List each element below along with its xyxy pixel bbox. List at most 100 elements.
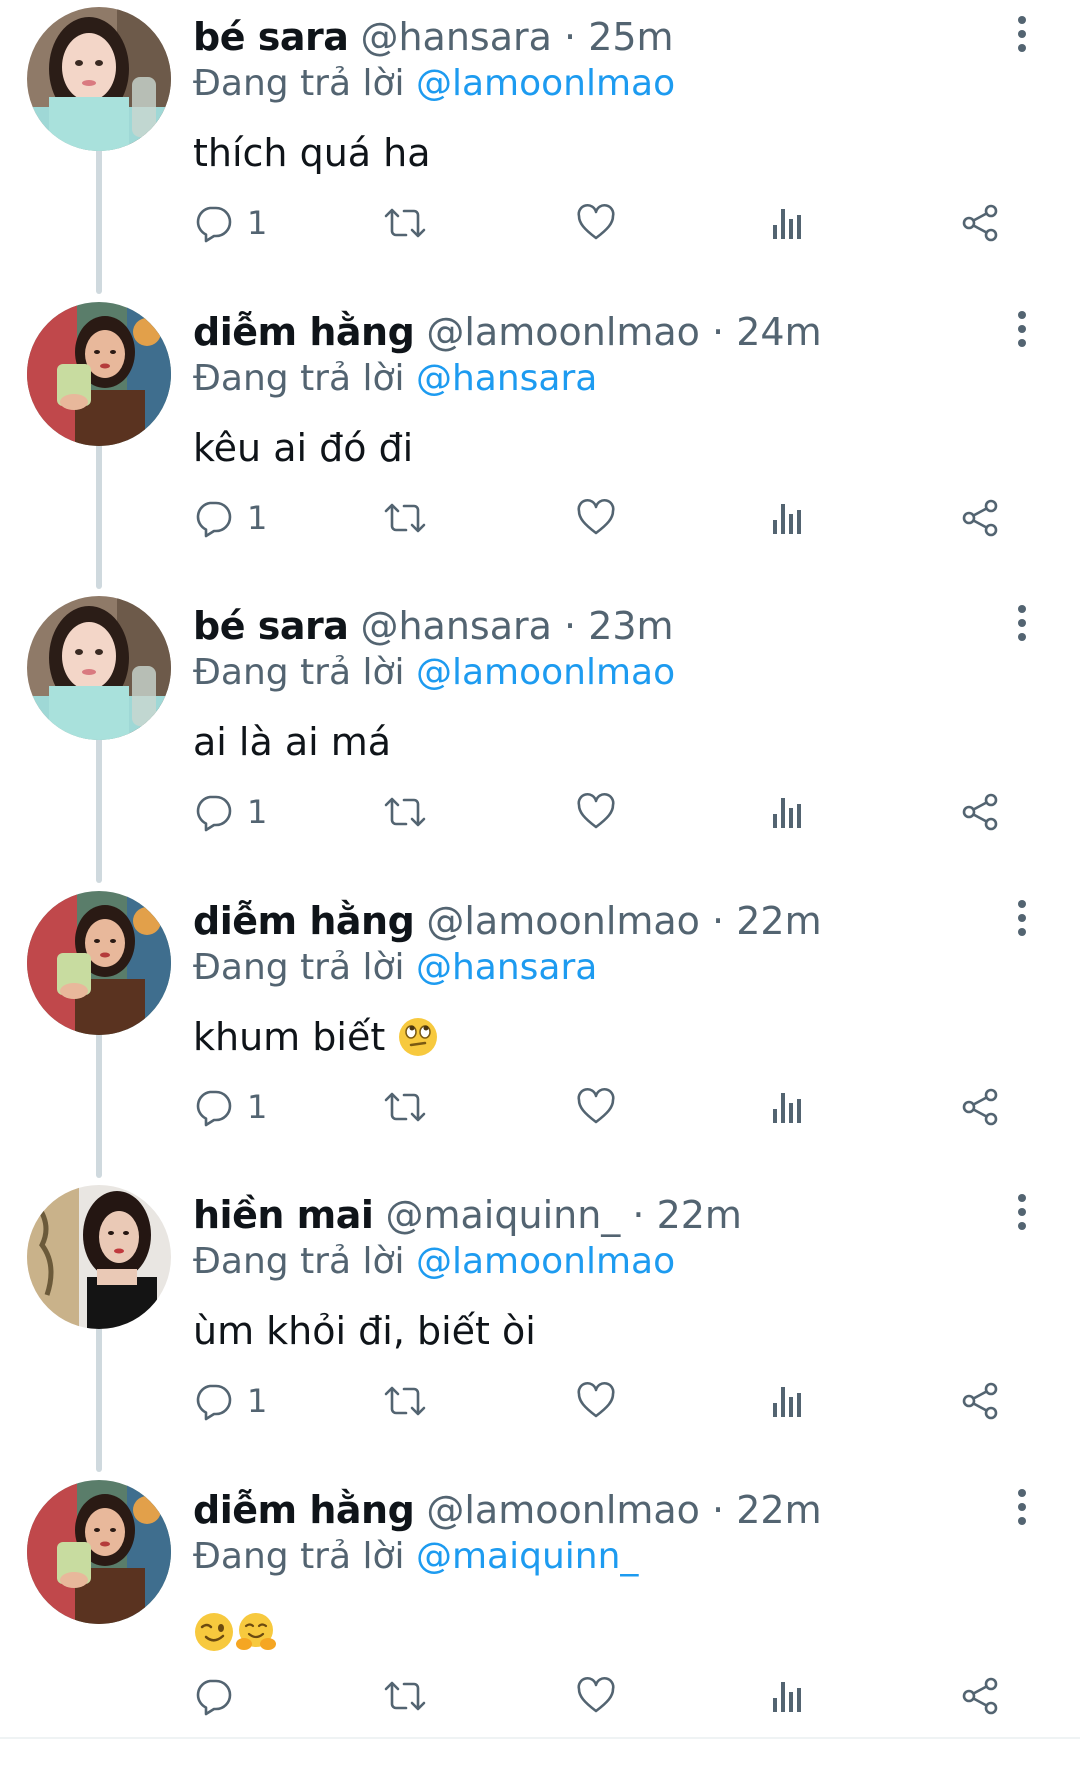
like-button[interactable] bbox=[576, 196, 616, 250]
replying-to-label: Đang trả lời bbox=[193, 358, 405, 399]
share-icon bbox=[960, 1087, 1000, 1127]
more-options-icon[interactable] bbox=[1010, 1487, 1034, 1527]
retweet-icon bbox=[382, 1676, 428, 1716]
tweet-text: thích quá ha bbox=[193, 126, 431, 180]
tweet[interactable]: diễm hằng @lamoonlmao · 22m Đang trả lời … bbox=[0, 1473, 1080, 1767]
more-options-icon[interactable] bbox=[1010, 898, 1034, 938]
share-button[interactable] bbox=[960, 196, 1000, 250]
share-button[interactable] bbox=[960, 491, 1000, 545]
views-button[interactable] bbox=[770, 1080, 806, 1134]
timestamp[interactable]: 23m bbox=[588, 604, 673, 648]
separator: · bbox=[564, 15, 577, 59]
replying-to: Đang trả lời @lamoonlmao bbox=[193, 59, 675, 109]
views-icon bbox=[770, 792, 806, 832]
reply-button[interactable]: 1 bbox=[193, 1374, 267, 1428]
share-button[interactable] bbox=[960, 785, 1000, 839]
reply-button[interactable]: 1 bbox=[193, 491, 267, 545]
retweet-button[interactable] bbox=[382, 785, 428, 839]
reply-button[interactable] bbox=[193, 1669, 247, 1723]
reply-count: 1 bbox=[247, 499, 268, 537]
replying-to-mention[interactable]: @hansara bbox=[416, 358, 597, 399]
tweet-actions: 1 bbox=[0, 1080, 1080, 1134]
retweet-button[interactable] bbox=[382, 1374, 428, 1428]
replying-to-label: Đang trả lời bbox=[193, 1241, 405, 1282]
share-icon bbox=[960, 1381, 1000, 1421]
replying-to-mention[interactable]: @lamoonlmao bbox=[416, 652, 675, 693]
tweet[interactable]: hiền mai @maiquinn_ · 22m Đang trả lời @l… bbox=[0, 1178, 1080, 1472]
replying-to-mention[interactable]: @maiquinn_ bbox=[416, 1536, 638, 1577]
reply-icon bbox=[193, 1381, 233, 1421]
username[interactable]: @lamoonlmao bbox=[426, 310, 700, 354]
display-name[interactable]: diễm hằng bbox=[193, 310, 415, 354]
wink-emoji bbox=[193, 1611, 235, 1667]
like-button[interactable] bbox=[576, 785, 616, 839]
timestamp[interactable]: 22m bbox=[736, 1488, 821, 1532]
avatar[interactable] bbox=[27, 1185, 171, 1329]
replying-to-mention[interactable]: @lamoonlmao bbox=[416, 1241, 675, 1282]
timestamp[interactable]: 22m bbox=[657, 1193, 742, 1237]
tweet[interactable]: diễm hằng @lamoonlmao · 24m Đang trả lời … bbox=[0, 295, 1080, 589]
timestamp[interactable]: 22m bbox=[736, 899, 821, 943]
retweet-button[interactable] bbox=[382, 196, 428, 250]
tweet-header: hiền mai @maiquinn_ · 22m bbox=[193, 1190, 742, 1240]
like-button[interactable] bbox=[576, 1669, 616, 1723]
avatar[interactable] bbox=[27, 7, 171, 151]
views-button[interactable] bbox=[770, 196, 806, 250]
tweet-text-content: thích quá ha bbox=[193, 131, 431, 175]
tweet-text-content: kêu ai đó đi bbox=[193, 426, 414, 470]
like-button[interactable] bbox=[576, 1080, 616, 1134]
display-name[interactable]: bé sara bbox=[193, 604, 349, 648]
tweet-actions bbox=[0, 1669, 1080, 1723]
reply-button[interactable]: 1 bbox=[193, 785, 267, 839]
reply-button[interactable]: 1 bbox=[193, 1080, 267, 1134]
like-button[interactable] bbox=[576, 1374, 616, 1428]
views-button[interactable] bbox=[770, 1669, 806, 1723]
views-button[interactable] bbox=[770, 1374, 806, 1428]
username[interactable]: @hansara bbox=[360, 604, 551, 648]
display-name[interactable]: bé sara bbox=[193, 15, 349, 59]
separator: · bbox=[564, 604, 577, 648]
timestamp[interactable]: 25m bbox=[588, 15, 673, 59]
share-icon bbox=[960, 792, 1000, 832]
username[interactable]: @lamoonlmao bbox=[426, 1488, 700, 1532]
reply-icon bbox=[193, 1087, 233, 1127]
avatar[interactable] bbox=[27, 302, 171, 446]
retweet-button[interactable] bbox=[382, 1080, 428, 1134]
reply-button[interactable]: 1 bbox=[193, 196, 267, 250]
views-button[interactable] bbox=[770, 785, 806, 839]
tweet[interactable]: bé sara @hansara · 23m Đang trả lời @lamo… bbox=[0, 589, 1080, 883]
retweet-button[interactable] bbox=[382, 491, 428, 545]
reply-count: 1 bbox=[247, 1382, 268, 1420]
replying-to-mention[interactable]: @hansara bbox=[416, 947, 597, 988]
tweet-actions: 1 bbox=[0, 196, 1080, 250]
avatar[interactable] bbox=[27, 1480, 171, 1624]
share-button[interactable] bbox=[960, 1374, 1000, 1428]
tweet-actions: 1 bbox=[0, 1374, 1080, 1428]
display-name[interactable]: hiền mai bbox=[193, 1193, 374, 1237]
like-button[interactable] bbox=[576, 491, 616, 545]
replying-to-mention[interactable]: @lamoonlmao bbox=[416, 63, 675, 104]
avatar[interactable] bbox=[27, 596, 171, 740]
avatar[interactable] bbox=[27, 891, 171, 1035]
tweet[interactable]: diễm hằng @lamoonlmao · 22m Đang trả lời … bbox=[0, 884, 1080, 1178]
username[interactable]: @hansara bbox=[360, 15, 551, 59]
username[interactable]: @lamoonlmao bbox=[426, 899, 700, 943]
share-icon bbox=[960, 1676, 1000, 1716]
more-options-icon[interactable] bbox=[1010, 309, 1034, 349]
views-button[interactable] bbox=[770, 491, 806, 545]
more-options-icon[interactable] bbox=[1010, 14, 1034, 54]
tweet[interactable]: bé sara @hansara · 25m Đang trả lời @lamo… bbox=[0, 0, 1080, 294]
share-button[interactable] bbox=[960, 1080, 1000, 1134]
more-options-icon[interactable] bbox=[1010, 603, 1034, 643]
display-name[interactable]: diễm hằng bbox=[193, 1488, 415, 1532]
share-button[interactable] bbox=[960, 1669, 1000, 1723]
username[interactable]: @maiquinn_ bbox=[386, 1193, 621, 1237]
retweet-button[interactable] bbox=[382, 1669, 428, 1723]
timestamp[interactable]: 24m bbox=[736, 310, 821, 354]
like-icon bbox=[576, 1381, 616, 1421]
separator: · bbox=[632, 1193, 645, 1237]
display-name[interactable]: diễm hằng bbox=[193, 899, 415, 943]
replying-to-label: Đang trả lời bbox=[193, 1536, 405, 1577]
more-options-icon[interactable] bbox=[1010, 1192, 1034, 1232]
share-icon bbox=[960, 498, 1000, 538]
